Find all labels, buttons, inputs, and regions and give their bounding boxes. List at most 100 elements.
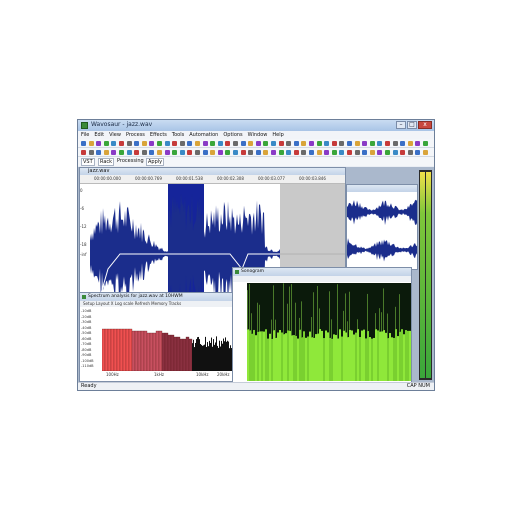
toolbar-button-icon[interactable] (293, 141, 299, 146)
menu-options[interactable]: Options (223, 131, 242, 139)
toolbar-button-icon[interactable] (240, 150, 246, 155)
toolbar-button-icon[interactable] (126, 150, 132, 155)
toolbar-button-icon[interactable] (187, 141, 193, 146)
toolbar-button-icon[interactable] (385, 141, 390, 146)
minimize-button[interactable]: – (396, 121, 406, 129)
toolbar-button-icon[interactable] (354, 150, 360, 155)
toolbar-button-icon[interactable] (111, 141, 117, 146)
menu-view[interactable]: View (109, 131, 121, 139)
toolbar-button-icon[interactable] (81, 141, 86, 146)
toolbar-button-icon[interactable] (240, 141, 246, 146)
toolbar-button-icon[interactable] (217, 141, 223, 146)
toolbar-button-icon[interactable] (324, 141, 330, 146)
menu-automation[interactable]: Automation (189, 131, 218, 139)
toolbar-button-icon[interactable] (347, 150, 352, 155)
toolbar-button-icon[interactable] (195, 150, 200, 155)
toolbar-button-icon[interactable] (233, 150, 238, 155)
menu-window[interactable]: Window (248, 131, 268, 139)
toolbar-button-icon[interactable] (407, 141, 413, 146)
toolbar-button-icon[interactable] (179, 150, 185, 155)
menu-effects[interactable]: Effects (150, 131, 167, 139)
toolbar-button-icon[interactable] (339, 141, 345, 146)
toolbar-button-icon[interactable] (157, 141, 162, 146)
toolbar-button-icon[interactable] (134, 141, 140, 146)
toolbar-button-icon[interactable] (400, 141, 406, 146)
toolbar-button-icon[interactable] (255, 150, 261, 155)
menu-help[interactable]: Help (272, 131, 283, 139)
toolbar-button-icon[interactable] (111, 150, 117, 155)
toolbar-button-icon[interactable] (255, 141, 261, 146)
toolbar-button-icon[interactable] (286, 150, 292, 155)
toolbar-button-icon[interactable] (423, 141, 428, 146)
toolbar-button-icon[interactable] (172, 150, 178, 155)
toolbar-button-icon[interactable] (263, 150, 269, 155)
toolbar-button-icon[interactable] (339, 150, 345, 155)
menu-file[interactable]: File (81, 131, 89, 139)
toolbar-button-icon[interactable] (119, 141, 124, 146)
rack-button[interactable]: Rack (98, 158, 115, 166)
processing-checkbox-label[interactable]: Processing (116, 158, 145, 164)
toolbar-button-icon[interactable] (278, 150, 284, 155)
toolbar-button-icon[interactable] (103, 141, 109, 146)
toolbar-button-icon[interactable] (119, 150, 124, 155)
toolbar-button-icon[interactable] (164, 150, 170, 155)
toolbar-button-icon[interactable] (96, 141, 102, 146)
toolbar-button-icon[interactable] (126, 141, 132, 146)
toolbar-button-icon[interactable] (415, 150, 421, 155)
toolbar-button-icon[interactable] (316, 150, 322, 155)
apply-button[interactable]: Apply (146, 158, 165, 166)
toolbar-button-icon[interactable] (217, 150, 223, 155)
toolbar-button-icon[interactable] (362, 150, 368, 155)
toolbar-button-icon[interactable] (157, 150, 162, 155)
toolbar-button-icon[interactable] (141, 141, 147, 146)
toolbar-button-icon[interactable] (362, 141, 368, 146)
toolbar-button-icon[interactable] (248, 150, 254, 155)
toolbar-button-icon[interactable] (293, 150, 299, 155)
toolbar-button-icon[interactable] (225, 150, 231, 155)
toolbar-button-icon[interactable] (96, 150, 102, 155)
vst-button[interactable]: VST (81, 158, 95, 166)
toolbar-button-icon[interactable] (164, 141, 170, 146)
toolbar-button-icon[interactable] (81, 150, 86, 155)
toolbar-button-icon[interactable] (233, 141, 238, 146)
toolbar-button-icon[interactable] (172, 141, 178, 146)
toolbar-button-icon[interactable] (88, 150, 94, 155)
toolbar-button-icon[interactable] (423, 150, 428, 155)
toolbar-button-icon[interactable] (392, 150, 398, 155)
time-ruler[interactable]: 00:00:00.000 00:00:00.769 00:00:01.538 0… (80, 175, 345, 184)
toolbar-button-icon[interactable] (271, 141, 276, 146)
toolbar-button-icon[interactable] (415, 141, 421, 146)
toolbar-button-icon[interactable] (331, 141, 337, 146)
toolbar-button-icon[interactable] (271, 150, 276, 155)
toolbar-button-icon[interactable] (301, 150, 307, 155)
toolbar-button-icon[interactable] (134, 150, 140, 155)
toolbar-button-icon[interactable] (407, 150, 413, 155)
toolbar-button-icon[interactable] (286, 141, 292, 146)
menu-tools[interactable]: Tools (172, 131, 184, 139)
toolbar-button-icon[interactable] (248, 141, 254, 146)
toolbar-button-icon[interactable] (347, 141, 352, 146)
toolbar-button-icon[interactable] (225, 141, 231, 146)
toolbar-button-icon[interactable] (202, 150, 208, 155)
second-waveform-canvas[interactable] (347, 192, 417, 270)
close-button[interactable]: x (418, 121, 432, 129)
toolbar-button-icon[interactable] (141, 150, 147, 155)
toolbar-button-icon[interactable] (354, 141, 360, 146)
toolbar-button-icon[interactable] (331, 150, 337, 155)
toolbar-button-icon[interactable] (377, 141, 383, 146)
toolbar-button-icon[interactable] (316, 141, 322, 146)
toolbar-button-icon[interactable] (179, 141, 185, 146)
toolbar-button-icon[interactable] (202, 141, 208, 146)
toolbar-button-icon[interactable] (309, 150, 314, 155)
menu-process[interactable]: Process (126, 131, 145, 139)
toolbar-button-icon[interactable] (369, 150, 375, 155)
toolbar-button-icon[interactable] (400, 150, 406, 155)
toolbar-button-icon[interactable] (263, 141, 269, 146)
menu-edit[interactable]: Edit (94, 131, 104, 139)
toolbar-button-icon[interactable] (385, 150, 390, 155)
toolbar-button-icon[interactable] (210, 141, 216, 146)
toolbar-button-icon[interactable] (149, 141, 155, 146)
maximize-button[interactable]: □ (407, 121, 417, 129)
toolbar-button-icon[interactable] (149, 150, 155, 155)
toolbar-button-icon[interactable] (301, 141, 307, 146)
